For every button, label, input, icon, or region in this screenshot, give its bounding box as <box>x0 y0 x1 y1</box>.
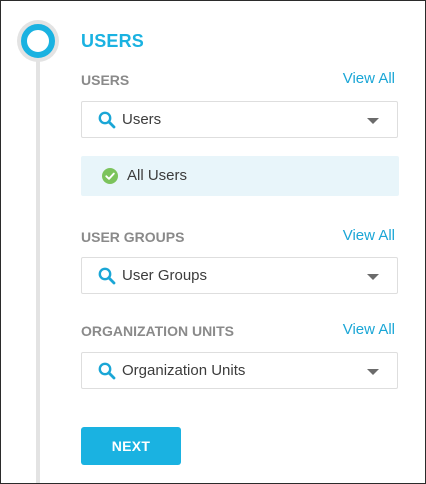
search-icon <box>98 267 116 285</box>
chevron-down-icon <box>367 369 379 375</box>
user-groups-section-label: USER GROUPS <box>81 229 185 245</box>
user-groups-select[interactable]: User Groups <box>81 257 398 294</box>
search-icon <box>98 111 116 129</box>
users-select[interactable]: Users <box>81 101 398 138</box>
organization-units-select[interactable]: Organization Units <box>81 352 398 389</box>
organization-units-view-all-link[interactable]: View All <box>343 321 395 338</box>
users-select-text: Users <box>122 111 162 128</box>
selected-user-chip: All Users <box>81 156 399 196</box>
step-marker-ring-icon <box>21 24 55 58</box>
next-button[interactable]: NEXT <box>81 427 181 465</box>
users-view-all-link[interactable]: View All <box>343 70 395 87</box>
step-title: USERS <box>81 31 145 51</box>
user-groups-view-all-link[interactable]: View All <box>343 227 395 244</box>
user-groups-select-text: User Groups <box>122 267 208 284</box>
selected-user-label: All Users <box>127 167 188 184</box>
users-step-panel: USERS USERS View All Users All Users USE… <box>0 0 426 484</box>
chevron-down-icon <box>367 118 379 124</box>
users-section-label: USERS <box>81 72 130 88</box>
search-icon <box>98 362 116 380</box>
step-marker <box>17 20 59 62</box>
chevron-down-icon <box>367 274 379 280</box>
step-progress-rail <box>36 56 40 483</box>
organization-units-section-label: ORGANIZATION UNITS <box>81 323 234 339</box>
check-circle-icon <box>102 168 118 184</box>
organization-units-select-text: Organization Units <box>122 362 246 379</box>
